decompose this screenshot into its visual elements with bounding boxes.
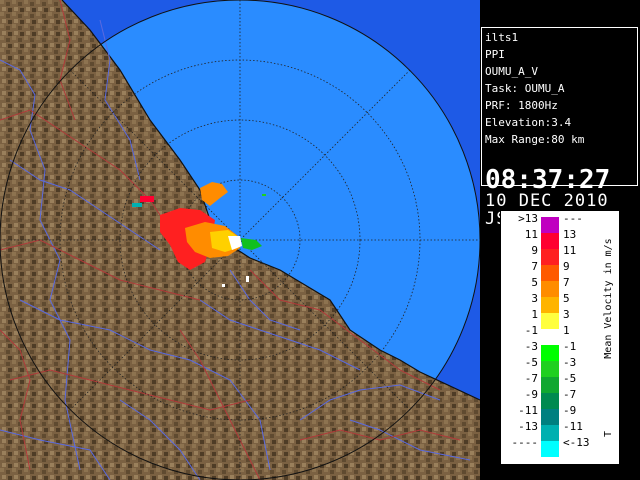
legend-bottom-marker: T: [603, 430, 614, 437]
legend-label-right: 5: [563, 292, 570, 305]
legend-label-right: 3: [563, 308, 570, 321]
legend-label-left: 1: [531, 308, 538, 321]
legend-swatch: [541, 249, 559, 265]
legend-label-right: 1: [563, 324, 570, 337]
legend-label-left: ----: [512, 436, 539, 449]
legend-label-left: 7: [531, 260, 538, 273]
legend-label-left: -11: [518, 404, 538, 417]
legend-label-left: -3: [525, 340, 538, 353]
scan-type: PPI: [485, 48, 505, 61]
echo-cyan-small: [132, 203, 142, 207]
legend-swatch: [541, 393, 559, 409]
legend-swatch: [541, 313, 559, 329]
legend-label-left: 5: [531, 276, 538, 289]
task-label: Task: OUMU_A: [485, 82, 565, 95]
legend-swatch: [541, 377, 559, 393]
legend-swatch: [541, 329, 559, 345]
legend-label-left: >13: [518, 212, 538, 225]
legend-label-right: 13: [563, 228, 576, 241]
prf-value: PRF: 1800Hz: [485, 99, 558, 112]
legend-swatch: [541, 441, 559, 457]
legend-label-right: -1: [563, 340, 576, 353]
legend-title-text: Mean Velocity in m/s: [603, 238, 614, 359]
legend-label-right: 7: [563, 276, 570, 289]
legend-label-right: -11: [563, 420, 583, 433]
echo-white-speck: [222, 284, 225, 287]
legend-label-left: -1: [525, 324, 538, 337]
echo-green-small: [262, 194, 266, 196]
elevation-value: Elevation:3.4: [485, 116, 572, 129]
scan-time: 08:37:27: [485, 165, 611, 195]
task-name: OUMU_A_V: [485, 65, 538, 78]
legend-top-marker: A: [619, 295, 630, 302]
legend-label-right: -7: [563, 388, 576, 401]
legend-label-right: -9: [563, 404, 576, 417]
legend-swatch: [541, 345, 559, 361]
legend-swatch: [541, 409, 559, 425]
legend-label-right: 9: [563, 260, 570, 273]
info-panel: ilts1 PPI OUMU_A_V Task: OUMU_A PRF: 180…: [481, 27, 638, 228]
legend-label-right: -3: [563, 356, 576, 369]
legend-label-left: 3: [531, 292, 538, 305]
legend-title: T Mean Velocity in m/s A: [601, 211, 630, 464]
legend-label-left: -13: [518, 420, 538, 433]
legend-swatch: [541, 233, 559, 249]
legend-label-right: -5: [563, 372, 576, 385]
legend-label-left: 11: [525, 228, 538, 241]
max-range-value: Max Range:80 km: [485, 133, 585, 146]
velocity-legend: >13 --- 11 13 9 11 7 9 5 7 3 5 1 3 -1 1 -3 -1 -5 -3 -7 -5 -9 -7…: [500, 210, 630, 465]
legend-swatch: [541, 425, 559, 441]
legend-label-right: ---: [563, 212, 583, 225]
radar-ppi-map: [0, 0, 480, 480]
echo-white-speck-2: [246, 276, 249, 282]
legend-label-left: 9: [531, 244, 538, 257]
legend-label-left: -9: [525, 388, 538, 401]
legend-label-left: -5: [525, 356, 538, 369]
legend-swatch: [541, 297, 559, 313]
echo-red-small: [140, 196, 154, 202]
legend-swatch: [541, 281, 559, 297]
legend-label-left: -7: [525, 372, 538, 385]
legend-label-right: <-13: [563, 436, 590, 449]
legend-swatch: [541, 217, 559, 233]
station-name: ilts1: [485, 31, 519, 44]
legend-swatch: [541, 265, 559, 281]
legend-label-right: 11: [563, 244, 576, 257]
legend-swatch: [541, 361, 559, 377]
